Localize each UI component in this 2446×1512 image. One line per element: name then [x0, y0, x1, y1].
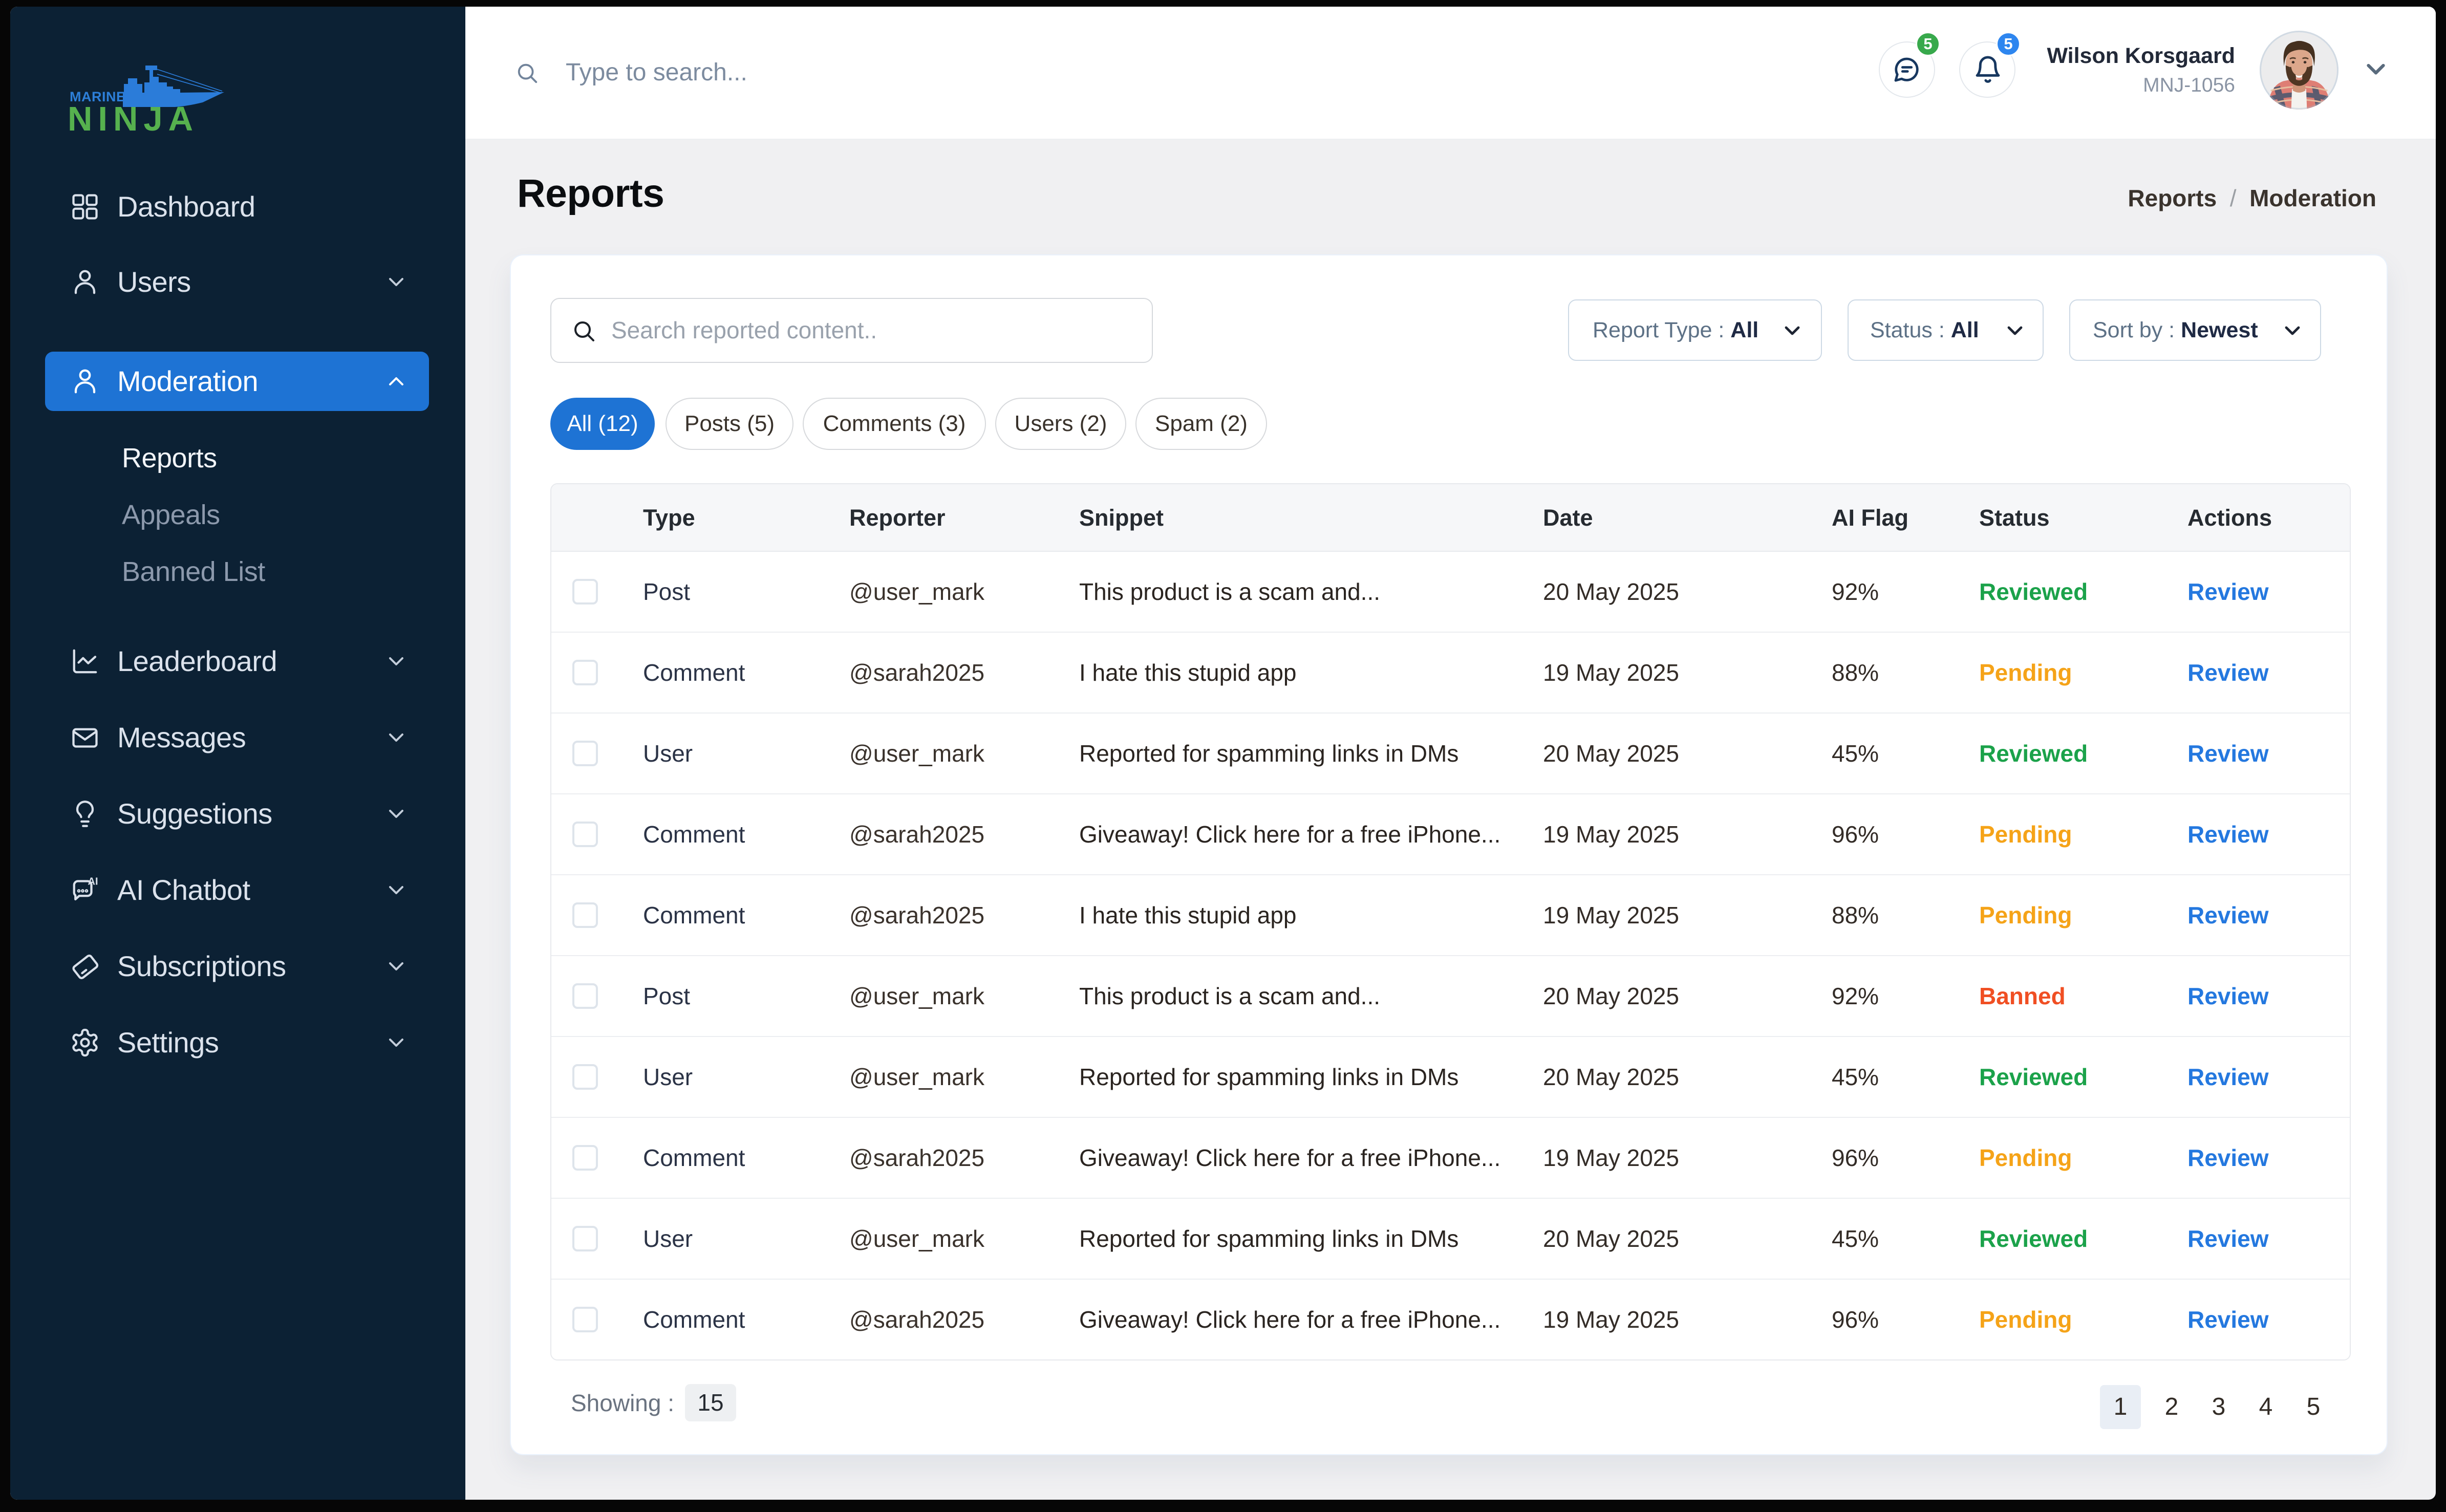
svg-text:AI: AI [88, 876, 98, 888]
